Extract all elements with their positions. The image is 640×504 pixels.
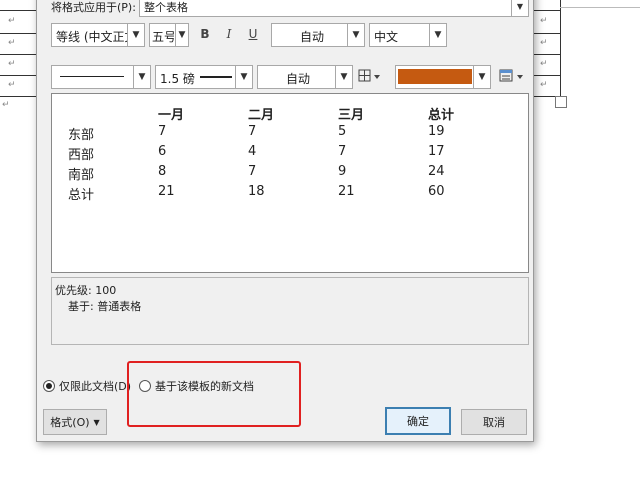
preview-cell: 4: [248, 144, 257, 159]
cancel-button[interactable]: 取消: [461, 409, 527, 435]
paragraph-mark-icon: ↵: [540, 38, 548, 48]
line-color-value: 自动: [286, 72, 311, 86]
preview-cell: 60: [428, 184, 445, 199]
table-style-preview: 一月 二月 三月 总计 东部 7 7 5 19 西部 6 4 7 17 南部 8…: [51, 93, 529, 273]
paragraph-mark-icon: ↵: [8, 38, 16, 48]
doc-rule: [560, 7, 640, 8]
shading-color-select[interactable]: ▼: [395, 65, 491, 89]
doc-row-line: [532, 75, 560, 76]
preview-row-label: 总计: [68, 188, 95, 203]
format-button-label: 格式(O): [50, 416, 90, 429]
script-value: 中文: [374, 30, 399, 44]
font-color-value: 自动: [300, 30, 325, 44]
chevron-down-icon[interactable]: ▼: [335, 66, 352, 88]
preview-cell: 7: [248, 164, 257, 179]
preview-cell: 21: [158, 184, 175, 199]
preview-cell: 5: [338, 124, 347, 139]
table-resize-handle[interactable]: [555, 96, 567, 108]
table-properties-button[interactable]: [497, 65, 527, 87]
borders-button[interactable]: [355, 65, 385, 87]
chevron-down-icon[interactable]: ▼: [133, 66, 150, 88]
paragraph-mark-icon: ↵: [2, 100, 10, 110]
font-color-select[interactable]: 自动 ▼: [271, 23, 365, 47]
line-weight-select[interactable]: 1.5 磅 ▼: [155, 65, 253, 89]
preview-cell: 17: [428, 144, 445, 159]
preview-header-cell: 一月: [158, 108, 185, 123]
chevron-down-icon[interactable]: ▼: [127, 24, 144, 46]
based-on-text: 基于: 普通表格: [68, 300, 142, 313]
chevron-down-icon[interactable]: ▼: [473, 66, 490, 88]
underline-button[interactable]: U: [243, 23, 263, 45]
chevron-down-icon[interactable]: ▼: [429, 24, 446, 46]
chevron-down-icon[interactable]: ▼: [511, 0, 528, 16]
preview-cell: 19: [428, 124, 445, 139]
doc-row-line: [0, 33, 40, 34]
chevron-down-icon: ▼: [93, 417, 100, 427]
doc-table-left: [0, 0, 41, 96]
preview-cell: 24: [428, 164, 445, 179]
preview-cell: 6: [158, 144, 167, 159]
preview-cell: 18: [248, 184, 265, 199]
preview-cell: 7: [338, 144, 347, 159]
bold-button[interactable]: B: [195, 23, 215, 45]
radio-selected-icon[interactable]: [43, 380, 55, 392]
shading-color-swatch: [398, 69, 472, 84]
doc-row-line: [0, 54, 40, 55]
font-name-value: 等线 (中文正文: [56, 30, 130, 44]
chevron-down-icon[interactable]: ▼: [235, 66, 252, 88]
preview-row-label: 东部: [68, 128, 95, 143]
line-weight-value: 1.5 磅: [160, 72, 195, 86]
doc-row-line: [0, 75, 40, 76]
priority-text: 优先级: 100: [55, 284, 117, 297]
apply-to-select[interactable]: 整个表格 ▼: [139, 0, 529, 17]
line-color-select[interactable]: 自动 ▼: [257, 65, 353, 89]
apply-to-label: 将格式应用于(P):: [51, 1, 136, 14]
script-select[interactable]: 中文 ▼: [369, 23, 447, 47]
chevron-down-icon[interactable]: ▼: [347, 24, 364, 46]
preview-cell: 7: [248, 124, 257, 139]
paragraph-mark-icon: ↵: [540, 80, 548, 90]
line-style-select[interactable]: ▼: [51, 65, 151, 89]
preview-row-label: 西部: [68, 148, 95, 163]
doc-row-line: [532, 54, 560, 55]
preview-cell: 9: [338, 164, 347, 179]
line-weight-sample: [200, 76, 232, 78]
line-style-sample: [60, 76, 124, 77]
font-size-select[interactable]: 五号 ▼: [149, 23, 189, 47]
paragraph-mark-icon: ↵: [8, 16, 16, 26]
border-grid-icon: [358, 69, 380, 82]
doc-row-line: [0, 96, 40, 97]
paragraph-mark-icon: ↵: [8, 80, 16, 90]
doc-row-line: [532, 33, 560, 34]
preview-header-cell: 二月: [248, 108, 275, 123]
paragraph-mark-icon: ↵: [8, 59, 16, 69]
apply-to-value: 整个表格: [144, 1, 188, 14]
doc-row-line: [0, 10, 40, 11]
highlight-annotation: [127, 361, 301, 427]
preview-header-cell: 三月: [338, 108, 365, 123]
preview-cell: 8: [158, 164, 167, 179]
this-document-only-radio[interactable]: 仅限此文档(D): [43, 378, 131, 394]
font-size-value: 五号: [152, 30, 174, 44]
font-name-select[interactable]: 等线 (中文正文 ▼: [51, 23, 145, 47]
italic-button[interactable]: I: [219, 23, 239, 45]
preview-cell: 21: [338, 184, 355, 199]
preview-header-cell: 总计: [428, 108, 455, 123]
paragraph-mark-icon: ↵: [540, 59, 548, 69]
paragraph-mark-icon: ↵: [540, 16, 548, 26]
preview-row-label: 南部: [68, 168, 95, 183]
table-style-icon: [499, 69, 523, 82]
format-menu-button[interactable]: 格式(O) ▼: [43, 409, 107, 435]
doc-row-line: [532, 10, 560, 11]
this-document-only-label: 仅限此文档(D): [59, 380, 132, 393]
preview-cell: 7: [158, 124, 167, 139]
style-description: 优先级: 100 基于: 普通表格: [51, 277, 529, 345]
ok-button[interactable]: 确定: [385, 407, 451, 435]
chevron-down-icon[interactable]: ▼: [175, 24, 188, 46]
modify-style-dialog: 将格式应用于(P): 整个表格 ▼ 等线 (中文正文 ▼ 五号 ▼ B I U …: [36, 0, 534, 442]
